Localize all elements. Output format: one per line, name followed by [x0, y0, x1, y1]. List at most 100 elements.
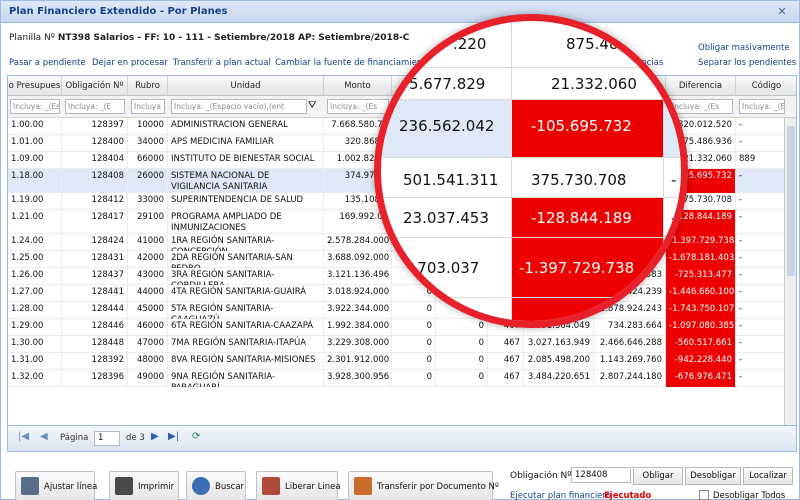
- cell-c7: 0: [436, 353, 488, 370]
- cell-dif: -676.976.471: [666, 370, 736, 387]
- next-page-icon[interactable]: ▶: [151, 431, 159, 442]
- cell-obl: 128424: [62, 234, 128, 251]
- table-row[interactable]: 1.29.00 128446 46000 6TA REGIÓN SANITARIA-C…: [8, 319, 796, 336]
- mag-line: [381, 157, 681, 158]
- desobligar-button[interactable]: Desobligar: [685, 467, 741, 485]
- cell-rubro: 10000: [128, 118, 168, 135]
- cell-pres: 1.32.00: [8, 370, 62, 387]
- table-row[interactable]: 1.30.00 128448 47000 7MA REGIÓN SANITARIA-I…: [8, 336, 796, 353]
- close-icon[interactable]: ✕: [775, 5, 789, 18]
- col-unidad[interactable]: Unidad: [168, 76, 324, 96]
- cell-obl: 128412: [62, 193, 128, 210]
- cell-cod: -: [736, 135, 786, 152]
- cell-unidad: 6TA REGIÓN SANITARIA-CAAZAPÁ: [168, 319, 324, 336]
- col-obligacion[interactable]: Obligación Nº: [62, 76, 128, 96]
- cell-monto: 3.922.344.000: [324, 302, 392, 319]
- cell-obl: 128392: [62, 353, 128, 370]
- filter-obligacion[interactable]: Incluya: _(E: [65, 99, 125, 114]
- buscar-button[interactable]: Buscar: [186, 471, 246, 500]
- mag-r3c1: 236.562.042: [399, 117, 495, 135]
- cell-rubro: 47000: [128, 336, 168, 353]
- separar-pendientes-link[interactable]: Separar los pendientes: [698, 58, 796, 68]
- mag-r3c2: -105.695.732: [531, 117, 632, 135]
- cell-unidad: SISTEMA NACIONAL DE VIGILANCIA SANITARIA: [168, 169, 324, 193]
- transferir-documento-button[interactable]: Transferir por Documento Nº: [348, 471, 499, 500]
- pasar-pendiente-link[interactable]: Pasar a pendiente: [9, 58, 86, 68]
- cell-monto: 3.018.924.000: [324, 285, 392, 302]
- cell-cod: -: [736, 353, 786, 370]
- mag-line: [381, 67, 681, 68]
- cell-obl: 128400: [62, 135, 128, 152]
- filter-presupuesto[interactable]: Incluya: _(Esp: [10, 99, 60, 114]
- table-row[interactable]: 1.32.00128396490009NA REGIÓN SANITARIA-P…: [8, 370, 796, 387]
- liberar-linea-button[interactable]: Liberar Linea: [256, 471, 341, 500]
- grid-scrollbar[interactable]: [784, 118, 796, 425]
- filter-rubro[interactable]: Incluya: [131, 99, 165, 114]
- cell-c10: 2.807.244.180: [594, 370, 666, 387]
- cell-unidad: 2DA REGIÓN SANITARIA-SAN PEDRO: [168, 251, 324, 268]
- estado-label: Ejecutado: [604, 491, 652, 500]
- window-title: Plan Financiero Extendido - Por Planes: [9, 6, 228, 17]
- table-row[interactable]: 1.31.00 128392 48000 8VA REGIÓN SANITARIA-M…: [8, 353, 796, 370]
- cell-cod: -: [736, 118, 786, 135]
- mag-r6c2: -1.397.729.738: [519, 259, 635, 277]
- cell-dif: -1.743.750.107: [666, 302, 736, 319]
- obligar-masivamente-link[interactable]: Obligar masivamente: [698, 43, 790, 53]
- cell-pres: 1.28.00: [8, 302, 62, 319]
- cell-dif: -1.446.660.100: [666, 285, 736, 302]
- cell-c10: 1.143.269.760: [594, 353, 666, 370]
- imprimir-button[interactable]: Imprimir: [109, 471, 179, 500]
- localizar-button[interactable]: Localizar: [743, 467, 793, 485]
- dejar-procesar-link[interactable]: Dejar en procesar: [92, 58, 168, 68]
- cell-cod: -: [736, 210, 786, 234]
- refresh-icon[interactable]: ⟳: [192, 431, 200, 442]
- ejecutar-plan-link[interactable]: Ejecutar plan financiero: [510, 491, 611, 500]
- desobligar-todos-label: Desobligar Todos: [713, 491, 786, 500]
- page-input[interactable]: 1: [94, 431, 120, 446]
- obligar-button[interactable]: Obligar: [633, 467, 683, 485]
- transferir-plan-link[interactable]: Transferir a plan actual: [173, 58, 271, 68]
- col-monto[interactable]: Monto: [324, 76, 392, 96]
- table-row[interactable]: 1.27.00 128441 44000 4TA REGIÓN SANITARIA-G…: [8, 285, 796, 302]
- cell-c7: 0: [436, 336, 488, 353]
- filter-unidad[interactable]: Incluya: _(Espacio vacío),(ent: [171, 99, 307, 114]
- cell-unidad: 9NA REGIÓN SANITARIA-PARAGUARÍ: [168, 370, 324, 387]
- cell-unidad: PROGRAMA AMPLIADO DE INMUNIZACIONES: [168, 210, 324, 234]
- mag-divider: [663, 21, 664, 321]
- cell-cod: -: [736, 370, 786, 387]
- cell-rubro: 43000: [128, 268, 168, 285]
- cell-dif: -1.097.080.385: [666, 319, 736, 336]
- ajustar-linea-button[interactable]: Ajustar línea: [15, 471, 97, 500]
- table-row[interactable]: 1.28.00128444450005TA REGIÓN SANITARIA-C…: [8, 302, 796, 319]
- cell-rubro: 34000: [128, 135, 168, 152]
- cell-dif: -725.313.477: [666, 268, 736, 285]
- cell-rubro: 44000: [128, 285, 168, 302]
- last-page-icon[interactable]: ▶|: [168, 431, 179, 442]
- cell-pres: 1.00.00: [8, 118, 62, 135]
- col-diferencia[interactable]: Diferencia: [666, 76, 736, 96]
- mag-r5c1: 23.037.453: [403, 209, 489, 227]
- first-page-icon[interactable]: |◀: [18, 431, 29, 442]
- col-codigo[interactable]: Código: [736, 76, 796, 96]
- cell-obl: 128437: [62, 268, 128, 285]
- obligacion-input[interactable]: 128408: [571, 467, 631, 483]
- filter-codigo[interactable]: Incluya: _(E: [739, 99, 785, 114]
- cell-pres: 1.21.00: [8, 210, 62, 234]
- cell-obl: 128448: [62, 336, 128, 353]
- filter-monto[interactable]: Incluya: _(Es: [327, 99, 389, 114]
- cell-rubro: 49000: [128, 370, 168, 387]
- pager: |◀ ◀ Página 1 de 3 ▶ ▶| ⟳: [7, 426, 797, 452]
- cell-obl: 128444: [62, 302, 128, 319]
- cell-c6: 0: [392, 370, 436, 387]
- filter-funnel-icon[interactable]: ⛛: [308, 100, 316, 111]
- col-presupuesto[interactable]: o Presupues: [8, 76, 62, 96]
- cell-cod: -: [736, 268, 786, 285]
- release-icon: [262, 477, 280, 495]
- cell-pres: 1.19.00: [8, 193, 62, 210]
- desobligar-todos-checkbox[interactable]: [699, 490, 709, 500]
- cell-monto: 3.121.136.496: [324, 268, 392, 285]
- scrollbar-thumb[interactable]: [787, 126, 795, 276]
- col-rubro[interactable]: Rubro: [128, 76, 168, 96]
- cell-rubro: 29100: [128, 210, 168, 234]
- prev-page-icon[interactable]: ◀: [40, 431, 48, 442]
